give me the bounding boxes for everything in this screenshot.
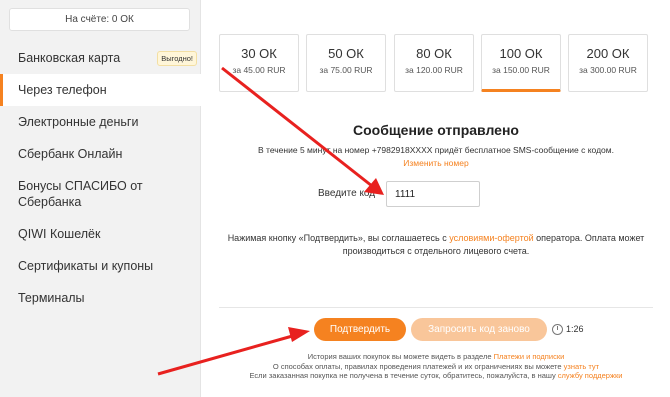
arrow-to-confirm-button [157, 333, 297, 376]
arrow-head-confirm-button [288, 327, 310, 342]
annotation-arrows [157, 66, 384, 376]
arrow-to-code-input [221, 66, 373, 188]
